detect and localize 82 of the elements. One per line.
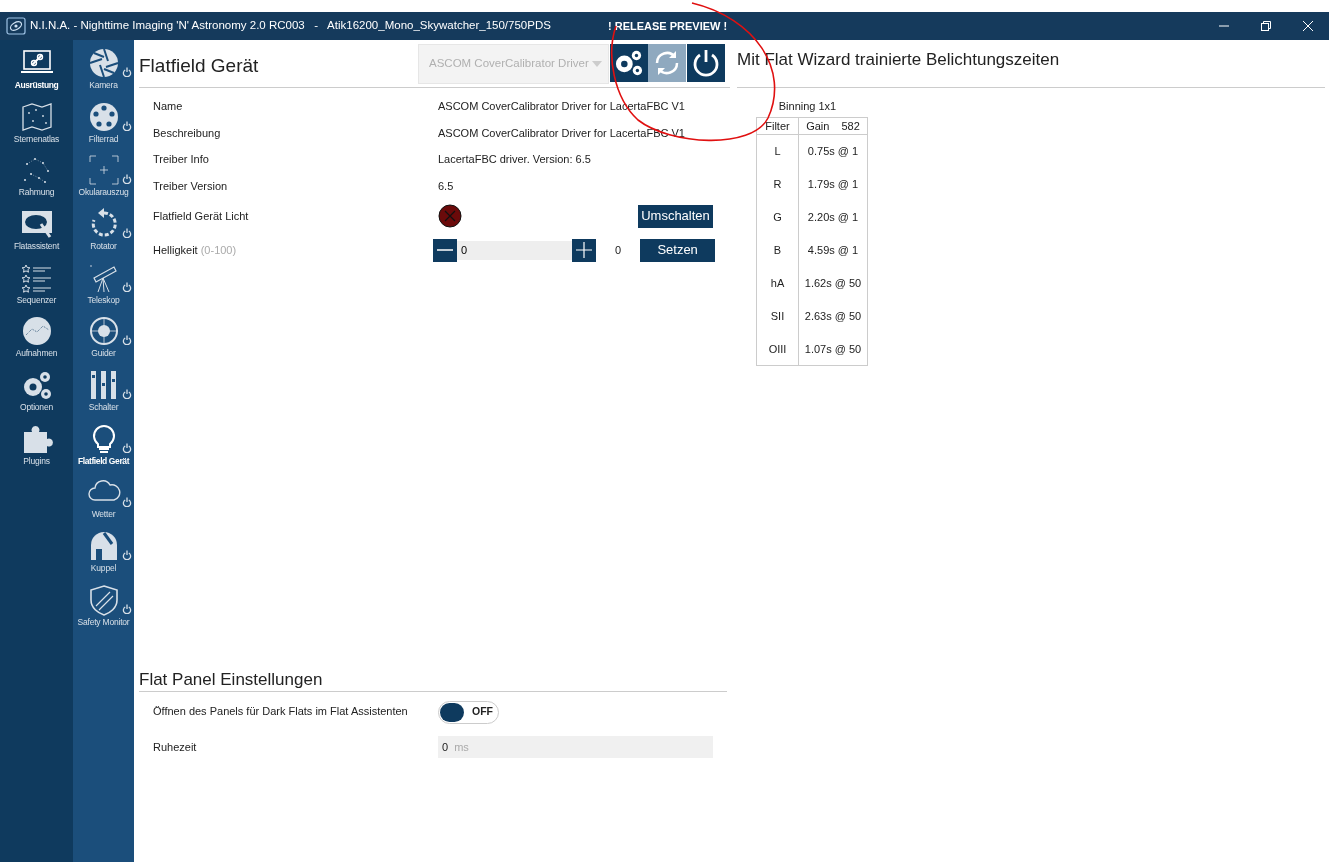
property-label: Treiber Version bbox=[153, 178, 229, 194]
gain-value: 582 bbox=[841, 119, 860, 132]
nav-item[interactable]: Guider bbox=[73, 308, 134, 363]
nav-item[interactable]: Sternenatlas bbox=[0, 93, 73, 148]
power-icon bbox=[122, 67, 132, 77]
nav-item[interactable]: Plugins bbox=[0, 415, 73, 470]
property-value: 6.5 bbox=[438, 178, 454, 194]
table-cell: 1.79s @ 1 bbox=[798, 167, 868, 201]
table-cell: R bbox=[756, 167, 799, 201]
table-cell: G bbox=[756, 200, 799, 234]
nav-item[interactable]: Rahmung bbox=[0, 147, 73, 202]
set-button[interactable]: Setzen bbox=[640, 238, 716, 262]
nav-item[interactable]: Safety Monitor bbox=[73, 576, 134, 631]
focuser-icon bbox=[86, 154, 121, 187]
column-header: Filter bbox=[756, 117, 799, 135]
nav-item[interactable]: Optionen bbox=[0, 362, 73, 416]
table-cell: 1.07s @ 50 bbox=[798, 332, 868, 366]
power-icon bbox=[122, 496, 132, 507]
release-preview-label: ! RELEASE PREVIEW ! bbox=[608, 18, 728, 34]
window-title: N.I.N.A. - Nighttime Imaging 'N' Astronomy 2.0 RC003 - Atik16200_Mono_Skywatcher_150/750PDS bbox=[30, 18, 551, 34]
power-icon bbox=[122, 550, 132, 561]
settings-button[interactable] bbox=[610, 44, 648, 82]
nav-item[interactable]: Flatassistent bbox=[0, 201, 73, 255]
brightness-reading: 0 bbox=[615, 242, 622, 258]
minus-icon bbox=[437, 249, 453, 251]
binning-label: Binning 1x1 bbox=[777, 99, 838, 114]
caret-icon bbox=[592, 61, 602, 67]
settle-time-field[interactable]: 0 ms bbox=[438, 736, 713, 758]
flat-wizard-icon bbox=[19, 208, 54, 240]
table-cell: OIII bbox=[756, 332, 799, 366]
power-icon bbox=[122, 174, 132, 185]
nav-item[interactable]: Kuppel bbox=[73, 523, 134, 577]
power-button[interactable] bbox=[687, 44, 725, 82]
logo-icon bbox=[6, 17, 26, 35]
table-cell: 1.62s @ 50 bbox=[798, 266, 868, 300]
nav-item[interactable]: Kamera bbox=[73, 40, 134, 94]
toggle-switch[interactable]: OFF bbox=[438, 700, 499, 724]
power-icon bbox=[122, 120, 132, 131]
property-label: Name bbox=[153, 99, 184, 114]
increment-button[interactable] bbox=[572, 238, 596, 262]
table-cell: SII bbox=[756, 299, 799, 333]
property-value: LacertaFBC driver. Version: 6.5 bbox=[438, 152, 591, 167]
setting-label: Öffnen des Panels für Dark Flats im Flat Assistenten bbox=[153, 704, 409, 719]
property-label: Beschreibung bbox=[153, 125, 222, 141]
nav-item[interactable]: Aufnahmen bbox=[0, 308, 73, 363]
table-cell: 0.75s @ 1 bbox=[798, 134, 868, 168]
star-map-icon bbox=[19, 100, 54, 133]
nav-item[interactable]: Rotator bbox=[73, 201, 134, 255]
power-icon bbox=[122, 389, 132, 400]
setting-label: Ruhezeit bbox=[153, 739, 198, 755]
panel-title: Flatfield Gerät bbox=[139, 54, 259, 78]
nav-item[interactable]: Teleskop bbox=[73, 254, 134, 309]
table-cell: B bbox=[756, 233, 799, 267]
power-icon bbox=[122, 603, 132, 614]
property-value: ASCOM CoverCalibrator Driver for LacertaFBC V1 bbox=[438, 125, 685, 141]
power-icon bbox=[122, 281, 132, 292]
nav-item[interactable]: Filterrad bbox=[73, 93, 134, 148]
plus-icon bbox=[576, 242, 592, 258]
table-cell: 4.59s @ 1 bbox=[798, 233, 868, 267]
property-label: Helligkeit (0-100) bbox=[153, 242, 238, 258]
section-title: Flat Panel Einstellungen bbox=[139, 669, 727, 692]
table-cell: 2.20s @ 1 bbox=[798, 200, 868, 234]
column-header: Gain bbox=[806, 119, 830, 132]
nav-item[interactable]: Okularauszug bbox=[73, 147, 134, 202]
nav-item[interactable]: Schalter bbox=[73, 362, 134, 416]
nav-item[interactable]: Ausrüstung bbox=[0, 40, 73, 94]
nav-item[interactable]: Sequenzer bbox=[0, 254, 73, 309]
table-cell: 2.63s @ 50 bbox=[798, 299, 868, 333]
property-label: Treiber Info bbox=[153, 152, 210, 167]
power-icon bbox=[122, 442, 132, 453]
decrement-button[interactable] bbox=[433, 238, 457, 262]
property-label: Flatfield Gerät Licht bbox=[153, 208, 250, 224]
restore-icon bbox=[1261, 21, 1271, 31]
power-icon bbox=[122, 228, 132, 239]
table-cell: L bbox=[756, 134, 799, 168]
toggle-button[interactable]: Umschalten bbox=[638, 204, 713, 228]
close-icon bbox=[1303, 21, 1313, 31]
brightness-field[interactable]: 0 bbox=[457, 240, 572, 260]
nav-item[interactable]: Wetter bbox=[73, 469, 134, 524]
nav-item[interactable]: Flatfield Gerät bbox=[73, 415, 134, 470]
power-icon bbox=[122, 335, 132, 346]
table-cell: hA bbox=[756, 266, 799, 300]
